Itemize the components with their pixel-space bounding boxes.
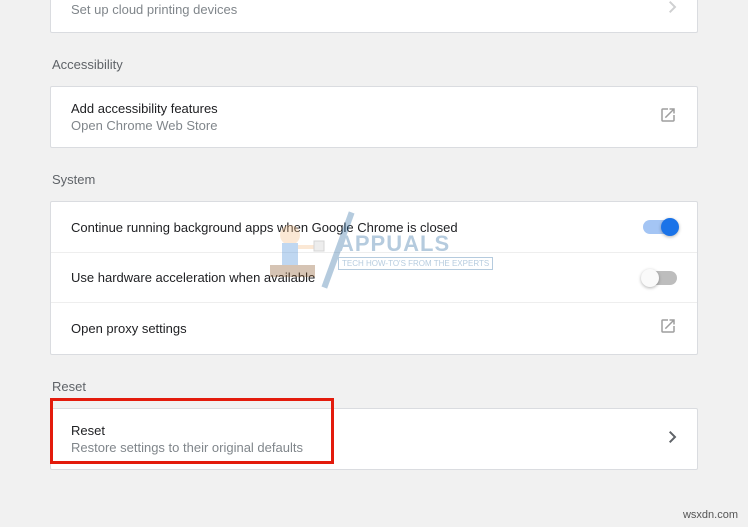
accessibility-header: Accessibility bbox=[52, 57, 698, 72]
hardware-accel-row: Use hardware acceleration when available bbox=[51, 252, 697, 302]
background-apps-toggle[interactable] bbox=[643, 220, 677, 234]
add-accessibility-title: Add accessibility features bbox=[71, 101, 218, 116]
proxy-settings-title: Open proxy settings bbox=[71, 321, 187, 336]
external-link-icon bbox=[659, 106, 677, 129]
background-apps-row: Continue running background apps when Go… bbox=[51, 202, 697, 252]
source-label: wsxdn.com bbox=[683, 509, 738, 521]
reset-subtitle: Restore settings to their original defau… bbox=[71, 440, 303, 455]
reset-row[interactable]: Reset Restore settings to their original… bbox=[51, 409, 697, 469]
reset-title: Reset bbox=[71, 423, 303, 438]
background-apps-title: Continue running background apps when Go… bbox=[71, 220, 458, 235]
chevron-right-icon bbox=[669, 0, 677, 18]
reset-header: Reset bbox=[52, 379, 698, 394]
cloud-print-card[interactable]: Set up cloud printing devices bbox=[50, 0, 698, 33]
hardware-accel-title: Use hardware acceleration when available bbox=[71, 270, 315, 285]
reset-card: Reset Restore settings to their original… bbox=[50, 408, 698, 470]
chevron-right-icon bbox=[669, 430, 677, 448]
add-accessibility-subtitle: Open Chrome Web Store bbox=[71, 118, 218, 133]
add-accessibility-row[interactable]: Add accessibility features Open Chrome W… bbox=[51, 87, 697, 147]
external-link-icon bbox=[659, 317, 677, 340]
hardware-accel-toggle[interactable] bbox=[643, 271, 677, 285]
accessibility-card: Add accessibility features Open Chrome W… bbox=[50, 86, 698, 148]
system-header: System bbox=[52, 172, 698, 187]
cloud-print-subtitle: Set up cloud printing devices bbox=[71, 2, 237, 17]
proxy-settings-row[interactable]: Open proxy settings bbox=[51, 302, 697, 354]
system-card: Continue running background apps when Go… bbox=[50, 201, 698, 355]
